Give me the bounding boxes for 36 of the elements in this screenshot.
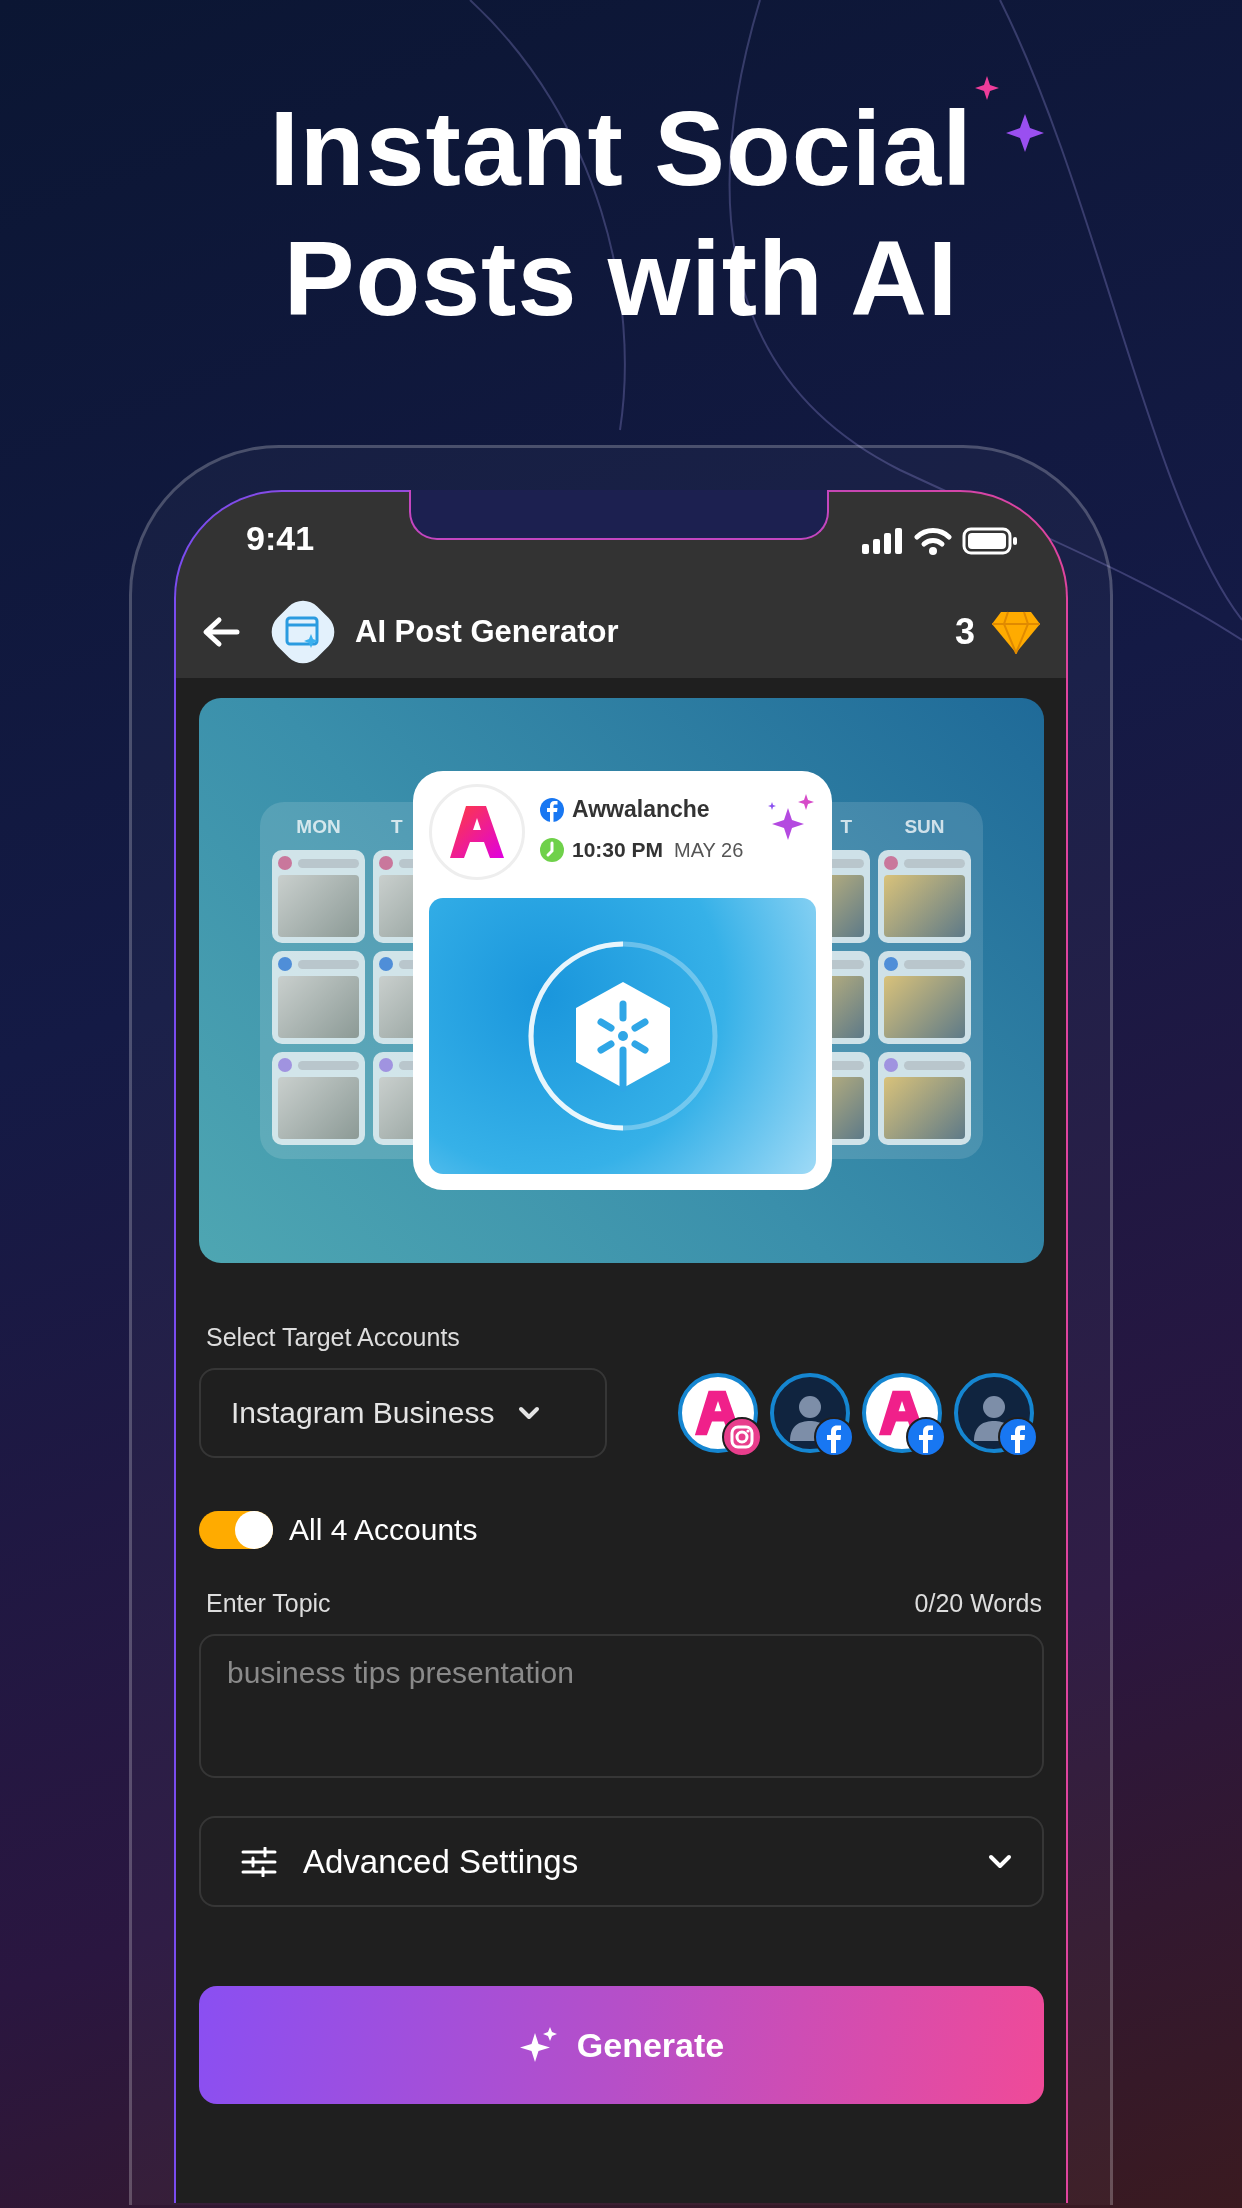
day-label: T [839,815,853,839]
wifi-icon [914,526,952,555]
credit-count: 3 [954,610,975,653]
signal-icon [862,527,904,554]
headline: Posts with AI [283,218,959,339]
f-logo-icon [539,796,565,823]
chevron-icon [988,1853,1012,1870]
f-logo-icon [998,1417,1038,1457]
field-label: Enter Topic [206,1589,331,1618]
toggle-switch[interactable] [199,1511,273,1549]
screen-title: AI Post Generator [355,613,620,650]
status-time: 9:41 [246,519,315,558]
sliders-icon [241,1846,277,1877]
word-counter: 0/20 Words [914,1589,1042,1618]
headline: Instant Social [269,88,973,209]
caret-icon [518,1406,541,1420]
back-arrow-icon[interactable] [201,615,241,648]
camera-icon [722,1417,762,1457]
generate-button[interactable]: Generate [199,1986,1044,2104]
post-time: 10:30 PM [572,838,664,862]
day-label: SUN [903,815,946,839]
account-type-dropdown[interactable]: Instagram Business [199,1368,607,1458]
f-logo-icon [814,1417,854,1457]
toggle-label: All 4 Accounts [289,1513,478,1547]
brand-logo-icon [448,804,506,860]
diamond-icon [991,609,1041,654]
post-date: MAY 26 [674,838,744,862]
day-label: T [390,815,404,839]
f-logo-icon [906,1417,946,1457]
section-label: Select Target Accounts [205,1323,461,1352]
topic-field[interactable]: business tips presentation [199,1634,1044,1778]
day-label: MON [295,815,342,839]
account-name: Awwalanche [572,796,710,823]
clock-icon [539,837,565,863]
battery-icon [962,526,1018,555]
advanced-settings-button[interactable]: Advanced Settings [199,1816,1044,1907]
